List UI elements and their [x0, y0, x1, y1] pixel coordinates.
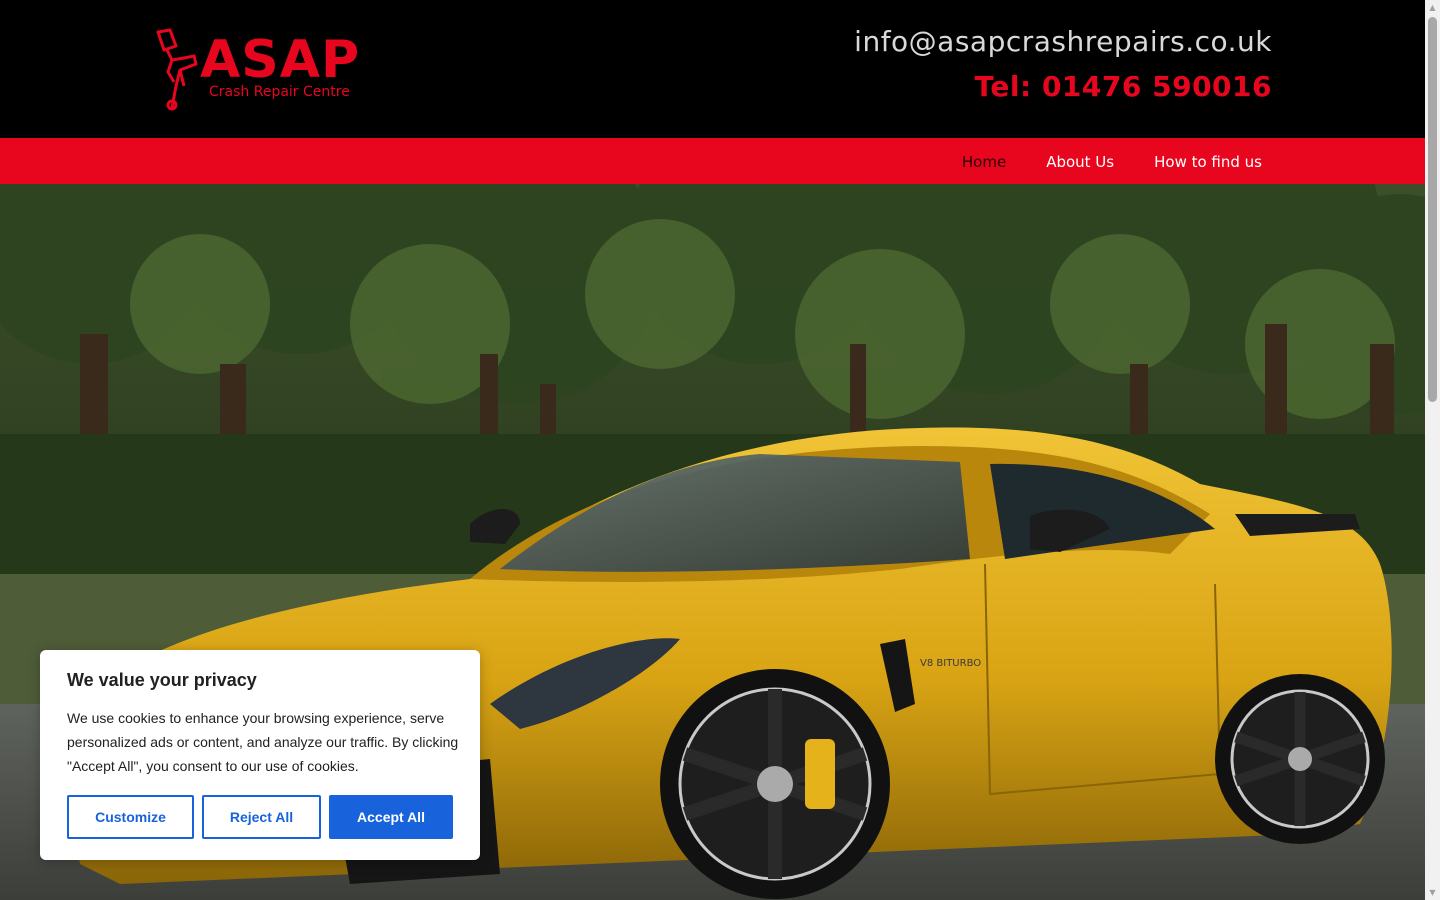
- car-badge: V8 BITURBO: [920, 658, 981, 669]
- nav-link-home[interactable]: Home: [962, 153, 1006, 171]
- contact-email-link[interactable]: info@asapcrashrepairs.co.uk: [854, 24, 1272, 60]
- cookie-accept-all-button[interactable]: Accept All: [329, 795, 453, 839]
- cookie-consent-dialog: We value your privacy We use cookies to …: [40, 650, 480, 860]
- page: ASAP Crash Repair Centre info@asapcrashr…: [0, 0, 1425, 900]
- nav-item-home: Home: [962, 152, 1006, 171]
- scrollbar-thumb[interactable]: [1428, 17, 1437, 402]
- nav-item-about: About Us: [1046, 152, 1114, 171]
- cookie-message: We use cookies to enhance your browsing …: [67, 710, 459, 774]
- contact-telephone[interactable]: Tel: 01476 590016: [975, 69, 1272, 105]
- cookie-title: We value your privacy: [67, 670, 257, 690]
- scroll-up-arrow-icon[interactable]: ▲: [1425, 0, 1440, 15]
- nav-link-how-to-find-us[interactable]: How to find us: [1154, 153, 1262, 171]
- main-navigation: Home About Us How to find us: [0, 138, 1425, 184]
- nav-link-about-us[interactable]: About Us: [1046, 153, 1114, 171]
- page-scrollbar[interactable]: ▲ ▼: [1425, 0, 1440, 900]
- scroll-down-arrow-icon[interactable]: ▼: [1425, 885, 1440, 900]
- logo-tagline: Crash Repair Centre: [209, 84, 350, 100]
- logo-wordmark: ASAP: [200, 30, 361, 90]
- site-logo[interactable]: ASAP Crash Repair Centre: [150, 26, 382, 114]
- cookie-customize-button[interactable]: Customize: [67, 795, 194, 839]
- nav-menu: Home About Us How to find us: [962, 138, 1262, 184]
- cookie-reject-all-button[interactable]: Reject All: [202, 795, 321, 839]
- nav-item-find-us: How to find us: [1154, 152, 1262, 171]
- site-header: ASAP Crash Repair Centre info@asapcrashr…: [0, 0, 1425, 138]
